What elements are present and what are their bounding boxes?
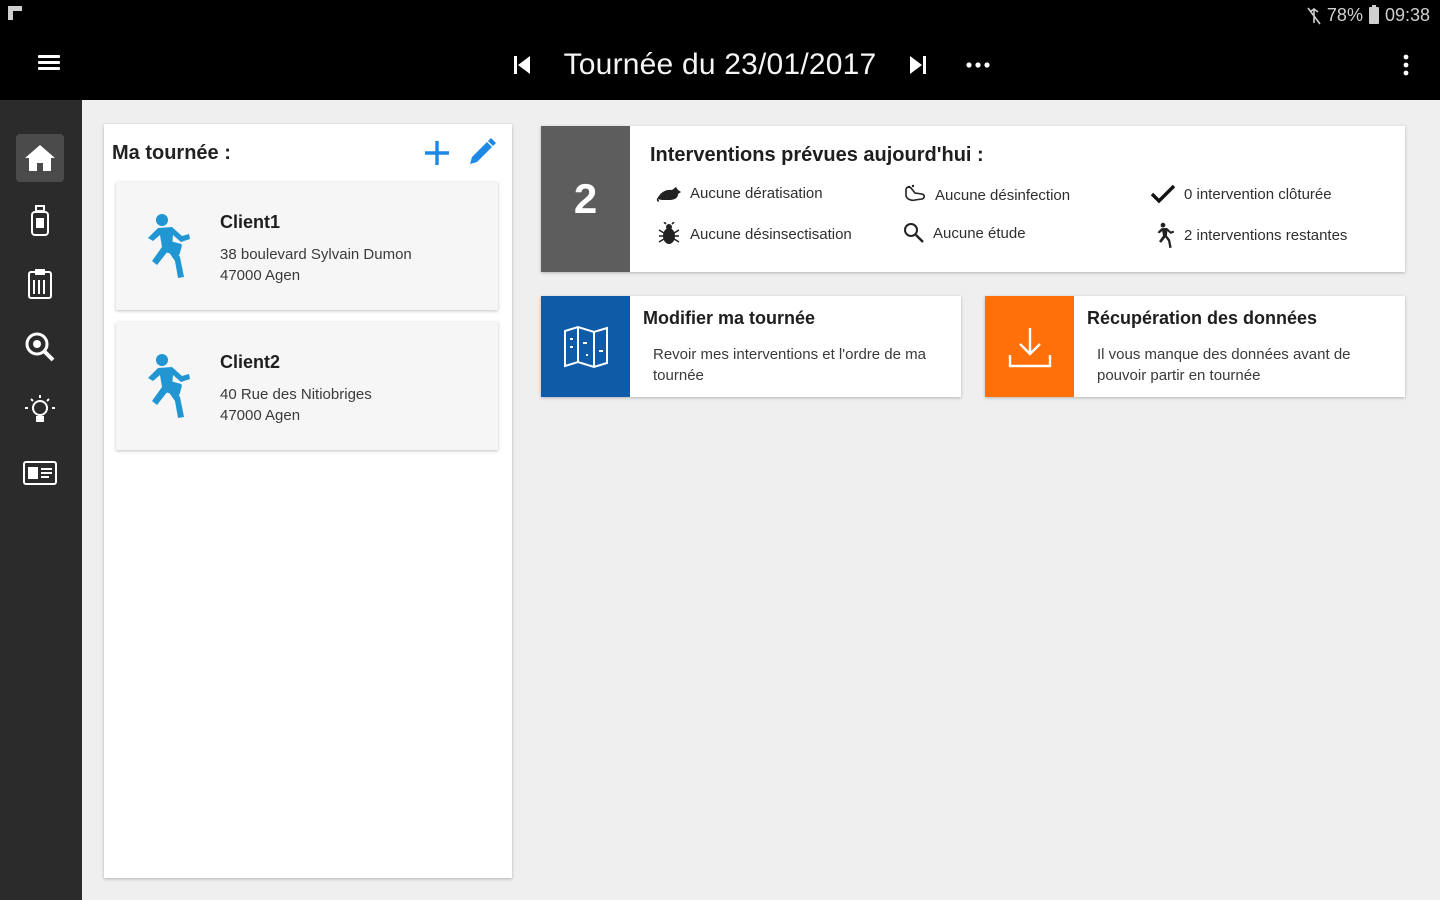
bug-icon xyxy=(658,222,680,244)
battery-icon xyxy=(1368,5,1379,24)
skip-next-icon xyxy=(910,56,927,74)
client-name: Client2 xyxy=(220,352,281,372)
stat-etude: Aucune étude xyxy=(903,222,1026,244)
tour-panel: Ma tournée : Client1 38 boulevard Sylvai… xyxy=(104,124,512,878)
stat-cloturee: 0 intervention clôturée xyxy=(1150,184,1332,204)
search-icon xyxy=(904,223,924,243)
client-card[interactable]: Client1 38 boulevard Sylvain Dumon 47000… xyxy=(116,182,498,310)
edit-tour-button[interactable] xyxy=(464,136,498,170)
stat-desinfection: Aucune désinfection xyxy=(903,184,1070,206)
interventions-count: 2 xyxy=(541,126,630,272)
client-address-line2: 47000 Agen xyxy=(220,267,301,284)
stat-label: 2 interventions restantes xyxy=(1184,226,1348,244)
interventions-summary-card: 2 Interventions prévues aujourd'hui : Au… xyxy=(541,126,1405,272)
map-icon xyxy=(563,325,608,368)
client-address-line1: 40 Rue des Nitiobriges xyxy=(220,386,372,403)
stat-label: 0 intervention clôturée xyxy=(1184,185,1332,203)
download-icon xyxy=(1008,327,1051,367)
home-icon xyxy=(25,145,55,171)
client-address: 38 boulevard Sylvain Dumon 47000 Agen xyxy=(220,244,412,286)
more-options-button[interactable] xyxy=(958,45,998,85)
lightbulb-icon xyxy=(25,395,55,422)
more-horizontal-icon xyxy=(966,62,990,68)
stat-label: Aucune dératisation xyxy=(690,184,823,202)
summary-title: Interventions prévues aujourd'hui : xyxy=(650,144,984,166)
previous-day-button[interactable] xyxy=(502,45,542,85)
plus-icon xyxy=(425,141,449,165)
pencil-icon xyxy=(470,138,496,164)
stat-restantes: 2 interventions restantes xyxy=(1150,222,1347,248)
data-sync-tile xyxy=(985,296,1074,397)
rail-item-products[interactable] xyxy=(16,197,64,245)
rat-icon xyxy=(656,187,681,202)
client-address-line1: 38 boulevard Sylvain Dumon xyxy=(220,246,412,263)
id-card-icon xyxy=(23,461,57,485)
rail-item-interventions[interactable] xyxy=(16,260,64,308)
data-sync-title: Récupération des données xyxy=(1087,308,1318,328)
modify-tour-card[interactable]: Modifier ma tournée Revoir mes intervent… xyxy=(541,296,961,397)
data-sync-description: Il vous manque des données avant de pouv… xyxy=(1097,346,1351,384)
zoom-icon xyxy=(25,332,55,362)
stat-deratisation: Aucune dératisation xyxy=(656,184,823,202)
notification-icon xyxy=(8,6,22,20)
stat-label: Aucune étude xyxy=(933,224,1026,242)
status-bar: 78% 09:38 xyxy=(0,0,1440,30)
rail-item-tips[interactable] xyxy=(16,386,64,434)
rail-item-home[interactable] xyxy=(16,134,64,182)
runner-icon xyxy=(148,354,190,418)
more-vertical-icon xyxy=(1403,54,1409,76)
stat-label: Aucune désinsectisation xyxy=(690,225,852,243)
rail-item-account[interactable] xyxy=(16,449,64,497)
hand-spray-icon xyxy=(905,184,926,202)
navigation-rail xyxy=(0,100,82,900)
battery-percent: 78% xyxy=(1326,5,1363,25)
clipboard-icon xyxy=(28,269,52,299)
clock: 09:38 xyxy=(1384,5,1430,25)
stat-label: Aucune désinfection xyxy=(935,186,1071,204)
client-name: Client1 xyxy=(220,212,281,232)
check-icon xyxy=(1150,184,1176,204)
rail-item-search[interactable] xyxy=(16,323,64,371)
client-address-line2: 47000 Agen xyxy=(220,407,301,424)
stat-desinsectisation: Aucune désinsectisation xyxy=(656,222,852,246)
add-client-button[interactable] xyxy=(420,136,454,170)
date-navigator: Tournée du 23/01/2017 xyxy=(0,30,1440,100)
status-right: 78% 09:38 xyxy=(1307,5,1430,26)
client-address: 40 Rue des Nitiobriges 47000 Agen xyxy=(220,384,372,426)
app-bar: Tournée du 23/01/2017 xyxy=(0,30,1440,100)
runner-icon xyxy=(1157,222,1175,248)
modify-tour-title: Modifier ma tournée xyxy=(643,308,816,328)
client-card[interactable]: Client2 40 Rue des Nitiobriges 47000 Age… xyxy=(116,322,498,450)
overflow-menu-button[interactable] xyxy=(1386,45,1426,85)
tour-title: Ma tournée : xyxy=(112,142,231,164)
signal-off-icon xyxy=(1307,7,1321,24)
next-day-button[interactable] xyxy=(898,45,938,85)
modify-tour-description: Revoir mes interventions et l'ordre de m… xyxy=(653,346,926,384)
runner-icon xyxy=(148,214,190,278)
skip-previous-icon xyxy=(513,56,530,74)
bottle-icon xyxy=(31,205,49,236)
page-title: Tournée du 23/01/2017 xyxy=(563,48,877,81)
modify-tour-tile xyxy=(541,296,630,397)
data-sync-card[interactable]: Récupération des données Il vous manque … xyxy=(985,296,1405,397)
